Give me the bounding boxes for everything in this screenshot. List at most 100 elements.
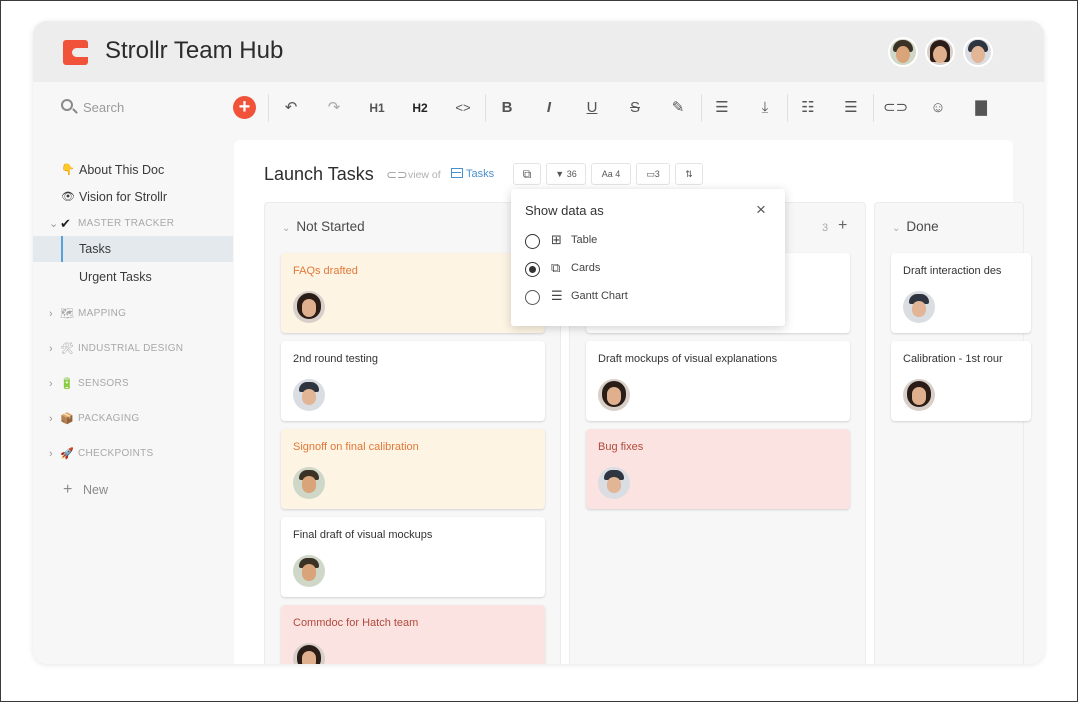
search-input[interactable]: Search	[83, 100, 124, 115]
emoji-icon[interactable]: ☺	[926, 96, 950, 120]
chevron-down-icon[interactable]: ⌄	[282, 223, 290, 234]
sidebar-item-label: Vision for Strollr	[79, 190, 167, 204]
page-title: Launch Tasks	[264, 164, 374, 184]
chevron-right-icon[interactable]: ›	[49, 336, 53, 362]
chevron-right-icon[interactable]: ›	[49, 301, 53, 327]
strikethrough-button[interactable]: S	[623, 96, 647, 120]
filter-button[interactable]: ▼ 36	[546, 163, 586, 185]
text-properties-label: Aa 4	[601, 169, 621, 179]
toolbar-divider	[268, 94, 269, 122]
column-header[interactable]: ⌄ Done	[892, 219, 939, 234]
avatar	[598, 467, 630, 499]
sidebar-item-mapping[interactable]: › 🗺 MAPPING	[33, 301, 233, 327]
link-icon[interactable]: ⊂⊃	[386, 167, 408, 183]
task-card[interactable]: Commdoc for Hatch team	[281, 605, 545, 664]
sidebar-item-tasks[interactable]: Tasks	[33, 236, 233, 262]
redo-icon[interactable]: ↷	[322, 96, 346, 120]
app-window: Strollr Team Hub Search + ↶ ↷ H1 H2 <> B…	[33, 21, 1044, 664]
radio-cards[interactable]	[525, 262, 540, 277]
avatar[interactable]	[888, 37, 918, 67]
sidebar-item-sensors[interactable]: › 🔋 SENSORS	[33, 371, 233, 397]
text-properties-button[interactable]: Aa 4	[591, 163, 631, 185]
checkmark-icon: ✔	[60, 216, 72, 231]
numbered-list-icon[interactable]: ☰	[839, 96, 863, 120]
cards-icon: ⧉	[551, 260, 561, 275]
option-gantt-chart[interactable]: ☰ Gantt Chart	[525, 286, 765, 308]
task-card[interactable]: Bug fixes	[586, 429, 850, 509]
task-card[interactable]: Draft mockups of visual explanations	[586, 341, 850, 421]
view-type-button[interactable]: ⧉	[513, 163, 541, 185]
underline-button[interactable]: U	[580, 96, 604, 120]
bold-button[interactable]: B	[495, 96, 519, 120]
show-data-as-popup: Show data as × ⊞ Table ⧉ Cards ☰ Gantt C…	[511, 189, 785, 326]
option-label: Cards	[571, 262, 601, 274]
card-properties-button[interactable]: ▭3	[636, 163, 670, 185]
heading-2-button[interactable]: H2	[408, 96, 432, 120]
option-cards[interactable]: ⧉ Cards	[525, 258, 765, 280]
add-button[interactable]: +	[233, 96, 256, 119]
align-left-icon[interactable]: ☰	[710, 96, 734, 120]
title-bar: Strollr Team Hub	[33, 21, 1044, 82]
sidebar-item-about[interactable]: 👇 About This Doc	[33, 157, 233, 183]
card-title: Calibration - 1st rour	[903, 353, 1003, 365]
sidebar-item-urgent-tasks[interactable]: Urgent Tasks	[33, 264, 233, 290]
card-title: Final draft of visual mockups	[293, 529, 433, 541]
link-icon[interactable]: ⊂⊃	[883, 96, 908, 120]
task-card[interactable]: Draft interaction des	[891, 253, 1031, 333]
sidebar-item-vision[interactable]: 👁 Vision for Strollr	[33, 184, 233, 210]
card-title: FAQs drafted	[293, 265, 358, 277]
chevron-right-icon[interactable]: ›	[49, 441, 53, 467]
card-icon: ▭	[646, 169, 655, 179]
chevron-right-icon[interactable]: ›	[49, 406, 53, 432]
card-title: Bug fixes	[598, 441, 644, 453]
search-icon[interactable]	[61, 99, 73, 111]
sidebar-item-master-tracker[interactable]: ⌄ ✔ MASTER TRACKER	[33, 211, 233, 237]
add-card-button[interactable]: +	[838, 217, 847, 235]
highlighter-icon[interactable]: ✎	[666, 96, 690, 120]
code-button[interactable]: <>	[451, 96, 475, 120]
sidebar-item-industrial-design[interactable]: › 🛠 INDUSTRIAL DESIGN	[33, 336, 233, 362]
toolbar: Search + ↶ ↷ H1 H2 <> B I U S ✎ ☰ ⤓ ☷ ☰ …	[33, 82, 1044, 134]
align-bottom-icon[interactable]: ⤓	[753, 96, 777, 120]
tools-icon: 🛠	[60, 343, 75, 355]
sort-icon: ⇅	[685, 169, 693, 179]
sidebar-item-checkpoints[interactable]: › 🚀 CHECKPOINTS	[33, 441, 233, 467]
avatar	[293, 291, 325, 323]
sidebar-item-label: SENSORS	[78, 378, 130, 389]
task-card[interactable]: Signoff on final calibration	[281, 429, 545, 509]
italic-button[interactable]: I	[537, 96, 561, 120]
board-column-done: ⌄ Done Draft interaction des Calibration …	[874, 202, 1031, 664]
comment-icon[interactable]: ▇	[969, 96, 993, 120]
card-title: Draft mockups of visual explanations	[598, 353, 778, 365]
task-card[interactable]: 2nd round testing	[281, 341, 545, 421]
table-icon: ⊞	[551, 232, 562, 247]
option-label: Table	[571, 234, 598, 246]
avatar	[293, 555, 325, 587]
close-icon[interactable]: ×	[756, 200, 766, 220]
map-icon: 🗺	[60, 308, 75, 320]
avatar[interactable]	[925, 37, 955, 67]
table-icon	[451, 168, 463, 178]
task-card[interactable]: Calibration - 1st rour	[891, 341, 1031, 421]
sidebar-item-label: Tasks	[79, 242, 111, 256]
undo-icon[interactable]: ↶	[279, 96, 303, 120]
app-title: Strollr Team Hub	[105, 37, 284, 64]
heading-1-button[interactable]: H1	[365, 96, 389, 120]
radio-table[interactable]	[525, 234, 540, 249]
chevron-down-icon[interactable]: ⌄	[892, 223, 900, 234]
chevron-right-icon[interactable]: ›	[49, 371, 53, 397]
option-table[interactable]: ⊞ Table	[525, 230, 765, 252]
toolbar-divider	[787, 94, 788, 122]
tasks-source-link[interactable]: Tasks	[451, 168, 494, 180]
task-card[interactable]: FAQs drafted	[281, 253, 545, 333]
sidebar-item-label: MASTER TRACKER	[78, 218, 175, 229]
radio-gantt-chart[interactable]	[525, 290, 540, 305]
new-page-button[interactable]: + New	[33, 477, 233, 503]
sidebar-item-packaging[interactable]: › 📦 PACKAGING	[33, 406, 233, 432]
avatar[interactable]	[963, 37, 993, 67]
sort-button[interactable]: ⇅	[675, 163, 703, 185]
bulleted-list-icon[interactable]: ☷	[796, 96, 820, 120]
task-card[interactable]: Final draft of visual mockups	[281, 517, 545, 597]
column-header[interactable]: ⌄ Not Started	[282, 219, 365, 234]
chevron-down-icon[interactable]: ⌄	[49, 211, 59, 237]
